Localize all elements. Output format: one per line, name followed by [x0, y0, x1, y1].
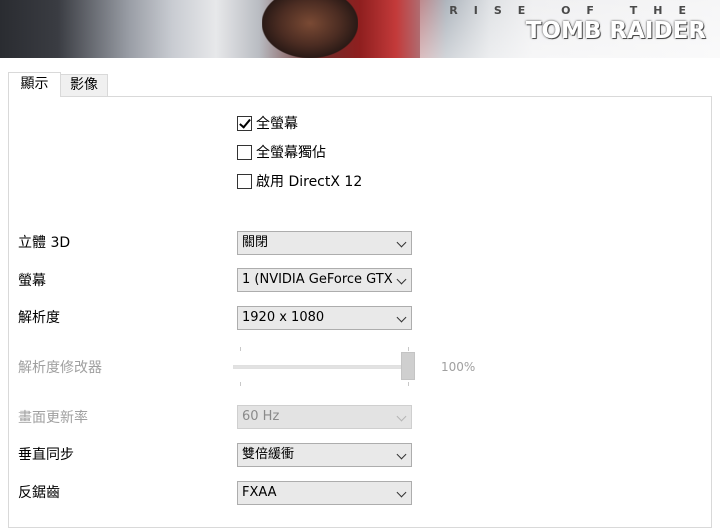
monitor-value: 1 (NVIDIA GeForce GTX	[242, 272, 393, 287]
exclusive-fullscreen-option[interactable]: 全螢幕獨佔	[237, 142, 326, 162]
refresh-rate-label: 畫面更新率	[18, 410, 88, 426]
resolution-value: 1920 x 1080	[242, 310, 325, 325]
stereo-3d-value: 關閉	[242, 235, 269, 250]
resolution-modifier-slider-thumb[interactable]	[401, 352, 415, 380]
resolution-modifier-value: 100%	[441, 360, 476, 374]
antialiasing-value: FXAA	[242, 485, 277, 500]
vsync-value: 雙倍緩衝	[242, 447, 295, 462]
chevron-down-icon	[396, 411, 407, 422]
directx12-option[interactable]: 啟用 DirectX 12	[237, 171, 362, 191]
resolution-select[interactable]: 1920 x 1080	[237, 306, 412, 330]
monitor-label: 螢幕	[18, 273, 46, 289]
slider-tick	[408, 347, 409, 351]
directx12-label: 啟用 DirectX 12	[256, 174, 363, 190]
refresh-rate-select[interactable]: 60 Hz	[237, 405, 412, 429]
logo-subtitle: RISE OF THE	[449, 4, 702, 17]
fullscreen-label: 全螢幕	[256, 116, 298, 132]
slider-tick	[240, 382, 241, 386]
tab-display[interactable]: 顯示	[8, 72, 61, 97]
resolution-label: 解析度	[18, 310, 60, 326]
slider-tick	[240, 347, 241, 351]
resolution-modifier-slider-track[interactable]	[233, 365, 415, 369]
tab-video[interactable]: 影像	[60, 74, 108, 97]
monitor-select[interactable]: 1 (NVIDIA GeForce GTX	[237, 268, 412, 292]
exclusive-fullscreen-checkbox[interactable]	[237, 144, 252, 160]
chevron-down-icon	[396, 237, 407, 248]
antialiasing-select[interactable]: FXAA	[237, 481, 412, 505]
chevron-down-icon	[396, 449, 407, 460]
stereo-3d-select[interactable]: 關閉	[237, 231, 412, 255]
game-banner: RISE OF THE TOMB RAIDER	[0, 0, 720, 58]
chevron-down-icon	[396, 487, 407, 498]
chevron-down-icon	[396, 274, 407, 285]
lara-croft-art	[262, 0, 358, 58]
vsync-select[interactable]: 雙倍緩衝	[237, 443, 412, 467]
exclusive-fullscreen-label: 全螢幕獨佔	[256, 145, 326, 161]
antialiasing-label: 反鋸齒	[18, 485, 60, 501]
logo-title: TOMB RAIDER	[525, 18, 706, 44]
resolution-modifier-label: 解析度修改器	[18, 360, 102, 376]
chevron-down-icon	[396, 312, 407, 323]
fullscreen-option[interactable]: 全螢幕	[237, 113, 298, 133]
slider-tick	[408, 382, 409, 386]
directx12-checkbox[interactable]	[237, 173, 252, 189]
refresh-rate-value: 60 Hz	[242, 409, 280, 424]
fullscreen-checkbox[interactable]	[237, 115, 252, 131]
vsync-label: 垂直同步	[18, 447, 74, 463]
stereo-3d-label: 立體 3D	[18, 235, 71, 251]
